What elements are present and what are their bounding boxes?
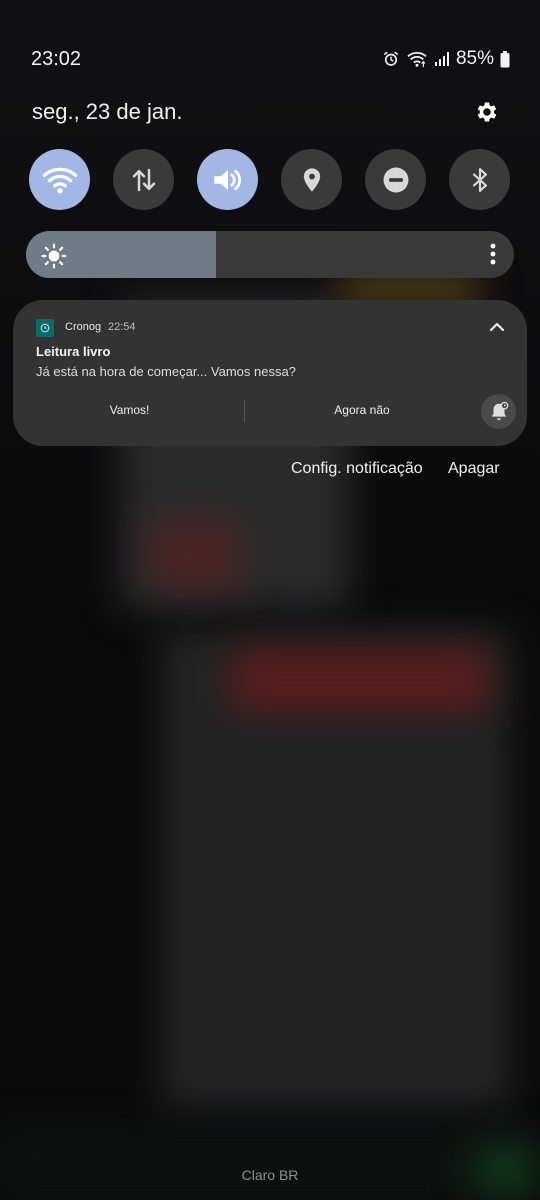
clock-time: 23:02 (31, 48, 82, 70)
more-options-icon[interactable] (489, 242, 497, 266)
notification-time: 22:54 (108, 321, 136, 333)
background-app-blur (150, 520, 240, 590)
background-app-blur (0, 1130, 540, 1200)
battery-icon (500, 50, 510, 67)
action-divider (244, 400, 245, 422)
notification-shade: 23:02 85% seg., 23 de jan. Cronog 22:54 … (0, 0, 540, 1200)
location-pin-icon (303, 167, 320, 192)
status-icons: 85% (382, 48, 510, 70)
date-label: seg., 23 de jan. (32, 99, 183, 124)
wifi-icon (407, 52, 427, 68)
data-arrows-icon (132, 168, 155, 191)
cell-signal-icon (434, 52, 449, 66)
location-toggle[interactable] (281, 149, 342, 210)
gear-icon (477, 102, 497, 122)
background-app-blur (230, 650, 490, 710)
wifi-icon (42, 167, 77, 193)
app-name: Cronog (65, 321, 102, 333)
sound-toggle[interactable] (197, 149, 258, 210)
app-icon (36, 319, 54, 337)
notification-title: Leitura livro (36, 344, 111, 359)
bluetooth-toggle[interactable] (449, 149, 510, 210)
mobile-data-toggle[interactable] (113, 149, 174, 210)
sun-icon (41, 243, 67, 269)
status-bar: 23:02 85% (0, 0, 540, 80)
clock-icon (40, 323, 50, 333)
chevron-up-icon[interactable] (488, 320, 506, 334)
action-button-agora-nao[interactable]: Agora não (246, 395, 478, 425)
do-not-disturb-toggle[interactable] (365, 149, 426, 210)
notification-body: Já está na hora de começar... Vamos ness… (36, 364, 296, 379)
do-not-disturb-icon (383, 167, 408, 192)
notification-settings-link[interactable]: Config. notificação (291, 460, 423, 478)
bluetooth-icon (472, 167, 487, 192)
snooze-bell-icon (491, 401, 508, 420)
action-button-vamos[interactable]: Vamos! (31, 395, 228, 425)
settings-button[interactable] (472, 97, 502, 127)
brightness-slider[interactable] (26, 231, 514, 278)
battery-percent: 85% (455, 48, 494, 69)
snooze-button[interactable] (481, 394, 516, 429)
quick-settings-row (29, 149, 511, 210)
wifi-toggle[interactable] (29, 149, 90, 210)
volume-icon (213, 169, 241, 190)
clear-all-button[interactable]: Apagar (448, 460, 500, 478)
notification-card[interactable]: Cronog 22:54 Leitura livro Já está na ho… (13, 300, 527, 446)
alarm-icon (383, 51, 399, 66)
carrier-label: Claro BR (241, 1167, 299, 1183)
